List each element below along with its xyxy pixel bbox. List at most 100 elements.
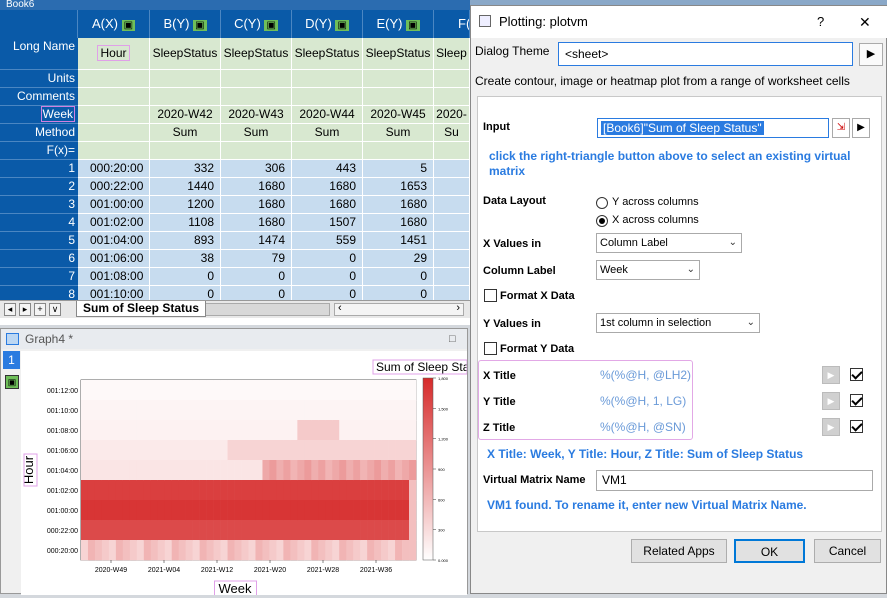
horizontal-scrollbar-left[interactable] bbox=[200, 303, 330, 316]
data-cell[interactable] bbox=[434, 232, 470, 250]
data-cell[interactable]: 001:06:00 bbox=[78, 250, 150, 268]
data-cell[interactable]: 1451 bbox=[363, 232, 434, 250]
header-empty-cell[interactable] bbox=[363, 88, 434, 106]
y-title-play-icon[interactable]: ▶ bbox=[822, 392, 840, 410]
fx-cell[interactable] bbox=[292, 142, 363, 160]
data-cell[interactable]: 443 bbox=[292, 160, 363, 178]
data-cell[interactable] bbox=[434, 214, 470, 232]
row-number[interactable]: 5 bbox=[0, 232, 78, 250]
row-number[interactable]: 1 bbox=[0, 160, 78, 178]
header-empty-cell[interactable] bbox=[292, 88, 363, 106]
week-cell[interactable]: 2020-W43 bbox=[221, 106, 292, 124]
header-empty-cell[interactable] bbox=[150, 88, 221, 106]
data-cell[interactable]: 1653 bbox=[363, 178, 434, 196]
method-cell[interactable] bbox=[78, 124, 150, 142]
row-number[interactable]: 2 bbox=[0, 178, 78, 196]
row-label-week[interactable]: Week bbox=[0, 106, 78, 124]
x-across-columns-radio[interactable] bbox=[596, 215, 608, 227]
lock-icon[interactable]: ▣ bbox=[5, 375, 19, 389]
data-cell[interactable]: 5 bbox=[363, 160, 434, 178]
data-cell[interactable] bbox=[434, 178, 470, 196]
data-cell[interactable]: 306 bbox=[221, 160, 292, 178]
format-y-checkbox[interactable] bbox=[484, 342, 497, 355]
method-cell[interactable]: Sum bbox=[292, 124, 363, 142]
week-cell[interactable]: 2020- bbox=[434, 106, 470, 124]
y-across-columns-radio[interactable] bbox=[596, 197, 608, 209]
y-title-value[interactable]: %(%@H, 1, LG) bbox=[600, 394, 686, 408]
data-cell[interactable]: 000:22:00 bbox=[78, 178, 150, 196]
close-icon[interactable]: ✕ bbox=[859, 6, 871, 38]
first-sheet-icon[interactable]: ◂ bbox=[4, 303, 16, 316]
column-label-combo[interactable]: Week ⌄ bbox=[596, 260, 700, 280]
row-label-long-name[interactable]: Long Name bbox=[0, 38, 78, 70]
data-cell[interactable]: 1680 bbox=[363, 214, 434, 232]
data-cell[interactable]: 1680 bbox=[292, 196, 363, 214]
fx-cell[interactable] bbox=[363, 142, 434, 160]
header-empty-cell[interactable] bbox=[221, 88, 292, 106]
header-empty-cell[interactable] bbox=[150, 70, 221, 88]
row-number[interactable]: 3 bbox=[0, 196, 78, 214]
y-values-combo[interactable]: 1st column in selection ⌄ bbox=[596, 313, 760, 333]
scroll-left-icon[interactable]: ‹ bbox=[338, 302, 342, 314]
data-cell[interactable]: 001:08:00 bbox=[78, 268, 150, 286]
data-cell[interactable] bbox=[434, 268, 470, 286]
related-apps-button[interactable]: Related Apps bbox=[631, 539, 727, 563]
z-title-play-icon[interactable]: ▶ bbox=[822, 418, 840, 436]
week-cell[interactable]: 2020-W44 bbox=[292, 106, 363, 124]
sheet-corner[interactable] bbox=[0, 10, 78, 38]
data-cell[interactable]: 1680 bbox=[363, 196, 434, 214]
long-name-cell[interactable]: Hour bbox=[78, 38, 150, 70]
z-title-value[interactable]: %(%@H, @SN) bbox=[600, 420, 686, 434]
week-cell[interactable]: 2020-W45 bbox=[363, 106, 434, 124]
select-vm-triangle-button[interactable]: ▶ bbox=[852, 118, 870, 138]
fx-cell[interactable] bbox=[150, 142, 221, 160]
z-title-checkbox[interactable] bbox=[850, 420, 863, 433]
long-name-cell[interactable]: SleepStatus bbox=[363, 38, 434, 70]
data-cell[interactable]: 1200 bbox=[150, 196, 221, 214]
week-cell[interactable] bbox=[78, 106, 150, 124]
data-cell[interactable]: 001:00:00 bbox=[78, 196, 150, 214]
data-cell[interactable]: 1474 bbox=[221, 232, 292, 250]
data-cell[interactable]: 1507 bbox=[292, 214, 363, 232]
range-select-icon[interactable]: ⇲ bbox=[832, 118, 850, 138]
column-header-f[interactable]: F( bbox=[434, 10, 470, 38]
add-sheet-icon[interactable]: + bbox=[34, 303, 46, 316]
heatmap-plot[interactable]: 001:12:00 001:10:00 001:08:00 001:06:00 001:… bbox=[21, 351, 479, 597]
data-cell[interactable]: 0 bbox=[363, 268, 434, 286]
data-cell[interactable] bbox=[434, 160, 470, 178]
row-number[interactable]: 4 bbox=[0, 214, 78, 232]
data-cell[interactable]: 1108 bbox=[150, 214, 221, 232]
header-empty-cell[interactable] bbox=[292, 70, 363, 88]
data-cell[interactable]: 79 bbox=[221, 250, 292, 268]
data-cell[interactable]: 0 bbox=[221, 268, 292, 286]
data-cell[interactable]: 0 bbox=[150, 268, 221, 286]
column-header-e[interactable]: E(Y) ▣ bbox=[363, 10, 434, 38]
x-title-value[interactable]: %(%@H, @LH2) bbox=[600, 368, 691, 382]
column-header-b[interactable]: B(Y) ▣ bbox=[150, 10, 221, 38]
vm-name-input[interactable]: VM1 bbox=[596, 470, 873, 491]
column-header-a[interactable]: A(X) ▣ bbox=[78, 10, 150, 38]
data-cell[interactable]: 001:04:00 bbox=[78, 232, 150, 250]
header-empty-cell[interactable] bbox=[434, 88, 470, 106]
x-values-combo[interactable]: Column Label ⌄ bbox=[596, 233, 742, 253]
input-field[interactable]: [Book6]"Sum of Sleep Status" bbox=[597, 118, 829, 138]
row-label-comments[interactable]: Comments bbox=[0, 88, 78, 106]
row-number[interactable]: 7 bbox=[0, 268, 78, 286]
x-title-play-icon[interactable]: ▶ bbox=[822, 366, 840, 384]
fx-cell[interactable] bbox=[78, 142, 150, 160]
sheet-list-icon[interactable]: ∨ bbox=[49, 303, 61, 316]
data-cell[interactable]: 29 bbox=[363, 250, 434, 268]
method-cell[interactable]: Sum bbox=[150, 124, 221, 142]
maximize-icon[interactable]: □ bbox=[449, 329, 456, 349]
long-name-cell[interactable]: SleepStatus bbox=[292, 38, 363, 70]
y-title-checkbox[interactable] bbox=[850, 394, 863, 407]
data-cell[interactable] bbox=[434, 250, 470, 268]
long-name-cell[interactable]: SleepStatus bbox=[150, 38, 221, 70]
fx-cell[interactable] bbox=[221, 142, 292, 160]
data-cell[interactable]: 1680 bbox=[292, 178, 363, 196]
prev-sheet-icon[interactable]: ▸ bbox=[19, 303, 31, 316]
data-cell[interactable]: 332 bbox=[150, 160, 221, 178]
data-cell[interactable]: 1680 bbox=[221, 178, 292, 196]
data-cell[interactable]: 0 bbox=[292, 268, 363, 286]
data-cell[interactable]: 1680 bbox=[221, 214, 292, 232]
